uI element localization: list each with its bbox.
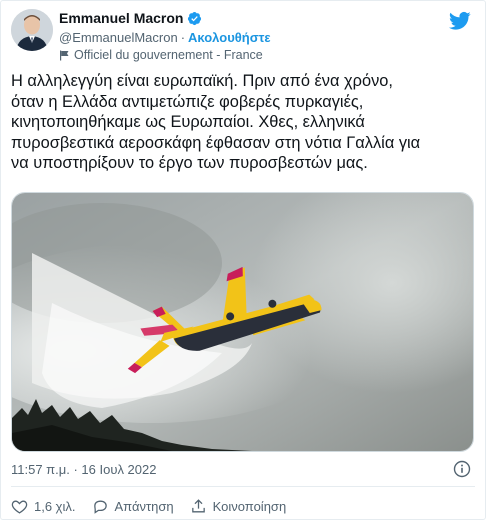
follow-button[interactable]: Ακολουθήστε <box>188 30 271 45</box>
tweet-timestamp[interactable]: 11:57 π.μ. · 16 Ιουλ 2022 <box>11 462 156 477</box>
divider <box>11 486 475 487</box>
like-count: 1,6 χιλ. <box>34 499 76 514</box>
display-name[interactable]: Emmanuel Macron <box>59 10 183 26</box>
tweet-text: Η αλληλεγγύη είναι ευρωπαϊκή. Πριν από έ… <box>11 72 421 172</box>
separator-dot: · <box>180 29 186 45</box>
verified-badge-icon <box>187 11 202 26</box>
tweet-header: Emmanuel Macron @EmmanuelMacron · Ακολου… <box>59 9 419 64</box>
heart-icon <box>11 500 28 514</box>
reply-button[interactable]: Απάντηση <box>92 498 174 515</box>
tweet-card: Emmanuel Macron @EmmanuelMacron · Ακολου… <box>0 0 486 520</box>
reply-label: Απάντηση <box>114 499 174 514</box>
handle-row: @EmmanuelMacron · Ακολουθήστε <box>59 28 419 46</box>
share-label: Κοινοποίηση <box>212 499 287 514</box>
tweet-photo[interactable] <box>11 192 474 452</box>
account-label: Officiel du gouvernement - France <box>59 46 419 64</box>
account-label-text: Officiel du gouvernement - France <box>74 48 263 62</box>
government-flag-icon <box>59 50 70 61</box>
share-upload-icon <box>191 499 205 513</box>
info-icon[interactable] <box>453 460 471 478</box>
twitter-bird-icon[interactable] <box>449 11 471 31</box>
like-button[interactable]: 1,6 χιλ. <box>11 498 76 515</box>
avatar[interactable] <box>11 9 53 51</box>
reply-bubble-icon <box>93 500 107 514</box>
user-handle[interactable]: @EmmanuelMacron <box>59 30 178 45</box>
action-bar: 1,6 χιλ. Απάντηση Κοινοποίηση <box>11 498 302 515</box>
share-button[interactable]: Κοινοποίηση <box>190 498 287 515</box>
name-row: Emmanuel Macron <box>59 9 419 27</box>
